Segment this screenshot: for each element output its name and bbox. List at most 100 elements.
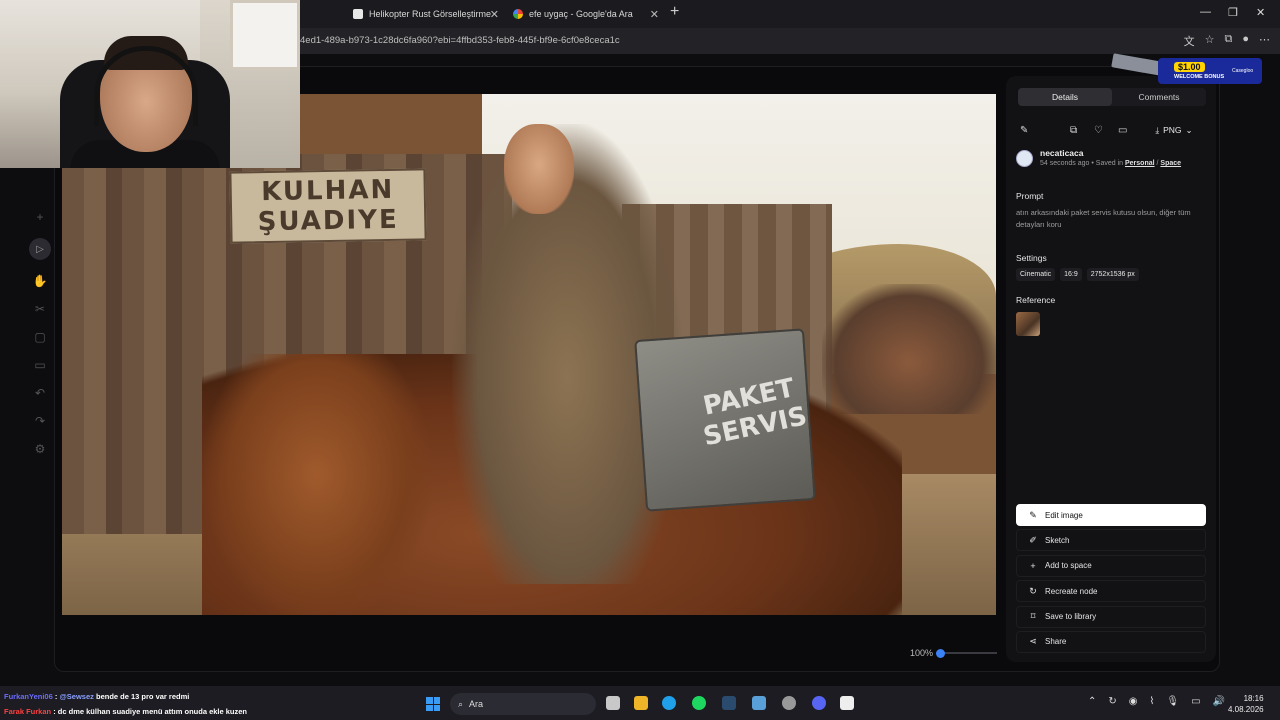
taskbar: FurkanYeni06 : @Sewsez bende de 13 pro v…	[0, 686, 1280, 720]
chevron-up-icon[interactable]: ⌃	[1088, 696, 1096, 707]
brush-icon[interactable]: ✎	[1020, 122, 1028, 138]
hand-icon[interactable]: ✋	[33, 274, 48, 288]
close-tab-icon[interactable]: ✕	[650, 8, 659, 21]
username[interactable]: necaticaca	[1040, 148, 1083, 158]
promo-amount: $1.00	[1174, 62, 1205, 72]
zoom-slider-handle[interactable]	[936, 649, 945, 658]
volume-icon[interactable]: 🔊	[1213, 696, 1225, 707]
app-icon[interactable]	[752, 696, 766, 710]
discord-icon[interactable]	[812, 696, 826, 710]
reference-thumbnail[interactable]	[1016, 312, 1040, 336]
add-to-space-button[interactable]: + Add to space	[1016, 554, 1206, 577]
menu-dots-icon[interactable]: ⋯	[1259, 33, 1270, 49]
pointer-icon[interactable]: ▷	[29, 238, 51, 260]
author-info: necaticaca 54 seconds ago • Saved in Per…	[1016, 148, 1206, 178]
tab-helikopter[interactable]: Helikopter Rust Görselleştirme ✕	[345, 3, 505, 25]
clock[interactable]: 18:16 4.08.2026	[1228, 693, 1264, 715]
save-meta: 54 seconds ago • Saved in Personal / Spa…	[1040, 160, 1182, 167]
tab-details[interactable]: Details	[1018, 88, 1112, 106]
webcam-overlay	[0, 0, 300, 168]
tab-comments[interactable]: Comments	[1112, 88, 1206, 106]
mic-icon[interactable]: 🎙	[1166, 696, 1179, 707]
chat-message: Farak Furkan : dc dme külhan suadiye men…	[4, 707, 247, 716]
chat-mention: @Sewsez	[59, 692, 94, 701]
close-window-icon[interactable]: ✕	[1256, 6, 1265, 19]
timestamp: 54 seconds ago	[1040, 160, 1090, 167]
maximize-icon[interactable]: ❐	[1228, 6, 1238, 19]
time: 18:16	[1243, 694, 1264, 703]
windows-start-icon[interactable]	[426, 697, 440, 711]
display-icon[interactable]: ▭	[1191, 696, 1200, 707]
generated-image[interactable]: KULHAN ŞUADIYE PAKET SERVIS	[62, 94, 996, 615]
zoom-slider[interactable]	[937, 652, 997, 654]
promo-badge[interactable]: $1.00 WELCOME BONUS Casegloo	[1111, 52, 1264, 88]
file-explorer-icon[interactable]	[634, 696, 648, 710]
frame-icon[interactable]: ▢	[34, 330, 45, 344]
sign-line-2: ŞUADIYE	[257, 204, 400, 238]
save-to-library-button[interactable]: ⌑ Save to library	[1016, 605, 1206, 628]
resolution-chip: 2752x1536 px	[1086, 268, 1139, 281]
recreate-node-button[interactable]: ↻ Recreate node	[1016, 580, 1206, 603]
redo-icon[interactable]: ↷	[35, 414, 45, 428]
promo-label: WELCOME BONUS	[1174, 74, 1225, 80]
add-icon[interactable]: +	[36, 210, 43, 224]
capcut-icon[interactable]	[840, 696, 854, 710]
minimize-icon[interactable]: —	[1200, 6, 1211, 18]
system-tray: ⌃ ↻ ◉ ⌇ 🎙 ▭ 🔊	[1088, 696, 1225, 707]
tab-google-search[interactable]: efe uygaç - Google'da Ara ✕	[505, 3, 665, 25]
new-tab-icon[interactable]: +	[670, 3, 679, 21]
url-text[interactable]: 4ed1-489a-b973-1c28dc6fa960?ebi=4ffbd353…	[300, 35, 620, 46]
folder-link[interactable]: Personal	[1125, 160, 1155, 167]
task-view-icon[interactable]	[606, 696, 620, 710]
action-list: ✎ Edit image ✐ Sketch + Add to space ↻ R…	[1016, 504, 1206, 656]
profile-icon[interactable]: ●	[1242, 33, 1249, 49]
steam-tray-icon[interactable]: ◉	[1129, 696, 1138, 707]
path-separator: /	[1156, 160, 1159, 167]
download-format: PNG	[1163, 125, 1182, 135]
chrome-icon[interactable]	[782, 696, 796, 710]
settings-chips: Cinematic 16:9 2752x1536 px	[1016, 268, 1139, 281]
heart-icon[interactable]: ♡	[1094, 122, 1103, 138]
edge-icon[interactable]	[662, 696, 676, 710]
spotify-icon[interactable]	[692, 696, 706, 710]
share-button[interactable]: ⋖ Share	[1016, 630, 1206, 653]
sketch-button[interactable]: ✐ Sketch	[1016, 529, 1206, 552]
style-chip: Cinematic	[1016, 268, 1056, 281]
left-toolbar: + ▷ ✋ ✂ ▢ ▭ ↶ ↷ ⚙	[28, 210, 52, 456]
translate-icon[interactable]: 文	[1184, 33, 1195, 49]
action-label: Save to library	[1045, 612, 1097, 622]
sync-icon[interactable]: ↻	[1108, 696, 1116, 707]
image-delivery-box: PAKET SERVIS	[634, 328, 816, 512]
image-rider-face	[504, 124, 574, 214]
details-panel: Details Comments ✎ ⧉ ♡ ▭ ⤓ PNG ⌄ necatic…	[1006, 76, 1216, 662]
steam-icon[interactable]	[722, 696, 736, 710]
space-link[interactable]: Space	[1160, 160, 1181, 167]
action-label: Add to space	[1045, 561, 1092, 571]
network-icon[interactable]: ⌇	[1150, 696, 1155, 707]
undo-icon[interactable]: ↶	[35, 386, 45, 400]
search-icon: ⌕	[458, 698, 464, 709]
panel-tabs: Details Comments	[1018, 88, 1206, 106]
aspect-chip: 16:9	[1060, 268, 1082, 281]
chat-text: dc dme külhan suadiye menü attım onuda e…	[57, 707, 248, 716]
scissors-icon[interactable]: ✂	[35, 302, 45, 316]
close-tab-icon[interactable]: ✕	[490, 8, 499, 21]
star-icon[interactable]: ☆	[1205, 33, 1215, 49]
chevron-down-icon: ⌄	[1185, 124, 1193, 135]
action-label: Edit image	[1045, 510, 1083, 520]
folder-icon[interactable]: ▭	[1118, 122, 1127, 138]
settings-icon[interactable]: ⚙	[35, 442, 46, 456]
reference-heading: Reference	[1016, 295, 1056, 305]
refresh-icon: ↻	[1029, 585, 1037, 596]
settings-heading: Settings	[1016, 253, 1047, 263]
extensions-icon[interactable]: ⧉	[1224, 33, 1232, 49]
comment-icon[interactable]: ▭	[34, 358, 45, 372]
download-icon: ⤓	[1155, 124, 1160, 135]
image-horse-head	[202, 354, 432, 615]
download-button[interactable]: ⤓ PNG ⌄	[1144, 120, 1204, 140]
edit-image-button[interactable]: ✎ Edit image	[1016, 504, 1206, 526]
sign-line-1: KULHAN	[260, 174, 395, 208]
copy-icon[interactable]: ⧉	[1070, 122, 1077, 138]
avatar	[1016, 150, 1033, 167]
taskbar-search[interactable]: ⌕ Ara	[450, 693, 596, 715]
